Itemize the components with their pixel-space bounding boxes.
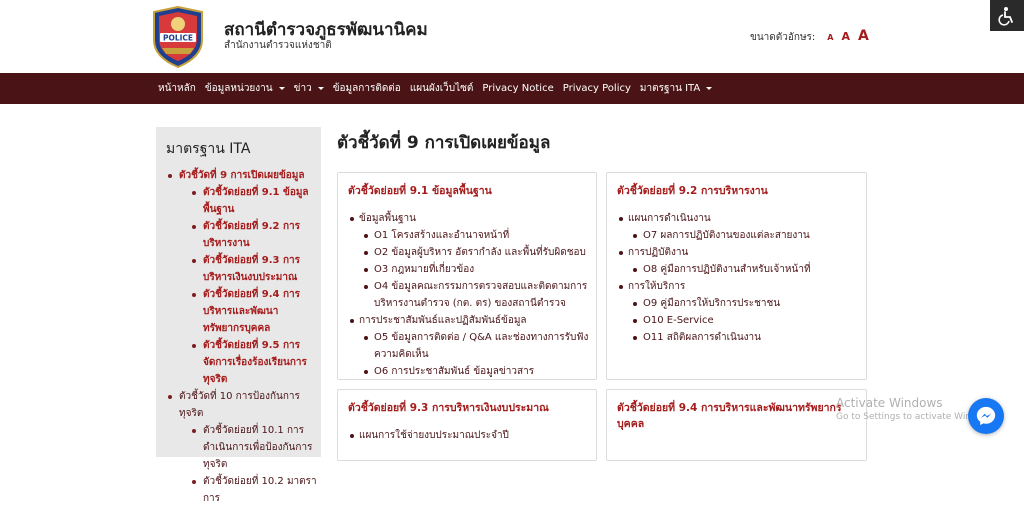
item-label: O8 คู่มือการปฏิบัติงานสำหรับเจ้าหน้าที่: [643, 264, 811, 275]
item-label: O5 ข้อมูลการติดต่อ / Q&A และช่องทางการรั…: [374, 332, 589, 360]
sidebar-link[interactable]: ตัวชี้วัดย่อยที่ 10.2 มาตราการ: [203, 476, 317, 504]
messenger-chat-button[interactable]: [968, 398, 1004, 434]
chevron-down-icon: [317, 87, 324, 90]
nav-home[interactable]: หน้าหลัก: [158, 81, 196, 96]
sidebar-item-9-4: ตัวชี้วัดย่อยที่ 9.4 การบริหารและพัฒนาทร…: [192, 286, 318, 337]
sidebar-title: มาตรฐาน ITA: [166, 141, 251, 157]
font-size-medium-button[interactable]: A: [842, 30, 851, 43]
sidebar-link[interactable]: ตัวชี้วัดที่ 9 การเปิดเผยข้อมูล: [179, 170, 305, 181]
item-label: O3 กฎหมายที่เกี่ยวข้อง: [374, 264, 475, 275]
sidebar-item-indicator-9: ตัวชี้วัดที่ 9 การเปิดเผยข้อมูล ตัวชี้วั…: [168, 167, 318, 388]
group-label: แผนการใช้จ่ายงบประมาณประจำปี: [359, 430, 509, 441]
nav-agency-info[interactable]: ข้อมูลหน่วยงาน: [205, 81, 285, 96]
sidebar-item-9-2: ตัวชี้วัดย่อยที่ 9.2 การบริหารงาน: [192, 218, 318, 252]
nav-news-label: ข่าว: [293, 83, 312, 94]
sidebar-link[interactable]: ตัวชี้วัดย่อยที่ 9.2 การบริหารงาน: [203, 221, 300, 249]
list-item[interactable]: O5 ข้อมูลการติดต่อ / Q&A และช่องทางการรั…: [361, 329, 593, 363]
group-label: ข้อมูลพื้นฐาน: [359, 213, 416, 224]
sidebar-link[interactable]: ตัวชี้วัดย่อยที่ 9.1 ข้อมูลพื้นฐาน: [203, 187, 309, 215]
sidebar: มาตรฐาน ITA ตัวชี้วัดที่ 9 การเปิดเผยข้อ…: [156, 127, 321, 504]
nav-ita[interactable]: มาตรฐาน ITA: [639, 81, 713, 96]
list-item[interactable]: ข้อมูลพื้นฐาน: [348, 210, 593, 227]
item-label: O11 สถิติผลการดำเนินงาน: [643, 332, 761, 343]
logo-text: POLICE: [163, 34, 193, 43]
sidebar-link[interactable]: ตัวชี้วัดย่อยที่ 9.5 การจัดการเรื่องร้อง…: [203, 340, 307, 385]
activate-windows-watermark: Activate Windows: [836, 396, 943, 410]
group-label: แผนการดำเนินงาน: [628, 213, 711, 224]
nav-sitemap-label: แผนผังเว็บไซต์: [409, 83, 474, 94]
list-item[interactable]: การประชาสัมพันธ์และปฏิสัมพันธ์ข้อมูล: [348, 312, 593, 329]
sidebar-item-9-1: ตัวชี้วัดย่อยที่ 9.1 ข้อมูลพื้นฐาน: [192, 184, 318, 218]
sidebar-menu: ตัวชี้วัดที่ 9 การเปิดเผยข้อมูล ตัวชี้วั…: [168, 167, 318, 507]
list-item[interactable]: การปฏิบัติงาน: [617, 244, 862, 261]
messenger-icon: [976, 406, 996, 426]
page-title: ตัวชี้วัดที่ 9 การเปิดเผยข้อมูล: [337, 133, 551, 153]
list-item[interactable]: O10 E-Service: [630, 312, 862, 329]
card-title[interactable]: ตัวชี้วัดย่อยที่ 9.2 การบริหารงาน: [617, 183, 768, 199]
accessibility-button[interactable]: [990, 0, 1024, 31]
group-label: การให้บริการ: [628, 281, 686, 292]
card-title[interactable]: ตัวชี้วัดย่อยที่ 9.1 ข้อมูลพื้นฐาน: [348, 183, 492, 199]
nav-news[interactable]: ข่าว: [294, 81, 324, 96]
nav-privacy-policy[interactable]: Privacy Policy: [563, 83, 631, 94]
site-subtitle: สำนักงานตำรวจแห่งชาติ: [224, 40, 332, 51]
list-item[interactable]: O2 ข้อมูลผู้บริหาร อัตรากำลัง และพื้นที่…: [361, 244, 593, 261]
sidebar-item-10-2: ตัวชี้วัดย่อยที่ 10.2 มาตราการ: [192, 473, 318, 507]
chevron-down-icon: [706, 87, 713, 90]
nav-sitemap[interactable]: แผนผังเว็บไซต์: [410, 81, 474, 96]
list-item[interactable]: O3 กฎหมายที่เกี่ยวข้อง: [361, 261, 593, 278]
list-item[interactable]: O4 ข้อมูลคณะกรรมการตรวจสอบและติดตามการบร…: [361, 278, 593, 312]
sidebar-item-10-1: ตัวชี้วัดย่อยที่ 10.1 การดำเนินการเพื่อป…: [192, 422, 318, 473]
font-size-small-button[interactable]: A: [827, 33, 833, 42]
list-item[interactable]: O1 โครงสร้างและอำนาจหน้าที่: [361, 227, 593, 244]
group-label: การประชาสัมพันธ์และปฏิสัมพันธ์ข้อมูล: [359, 315, 527, 326]
item-label: O2 ข้อมูลผู้บริหาร อัตรากำลัง และพื้นที่…: [374, 247, 586, 258]
sidebar-item-9-3: ตัวชี้วัดย่อยที่ 9.3 การบริหารเงินงบประม…: [192, 252, 318, 286]
nav-home-label: หน้าหลัก: [158, 83, 196, 94]
list-item[interactable]: การให้บริการ: [617, 278, 862, 295]
sidebar-link[interactable]: ตัวชี้วัดย่อยที่ 9.3 การบริหารเงินงบประม…: [203, 255, 300, 283]
nav-privacy-notice-label: Privacy Notice: [482, 83, 554, 94]
nav-agency-info-label: ข้อมูลหน่วยงาน: [204, 83, 273, 94]
item-label: O9 คู่มือการให้บริการประชาชน: [643, 298, 781, 309]
font-size-control: ขนาดตัวอักษร: A A A: [750, 28, 869, 45]
sidebar-link[interactable]: ตัวชี้วัดย่อยที่ 10.1 การดำเนินการเพื่อป…: [203, 425, 312, 470]
main-navbar: หน้าหลัก ข้อมูลหน่วยงาน ข่าว ข้อมูลการติ…: [0, 73, 1024, 104]
item-label: O7 ผลการปฏิบัติงานของแต่ละสายงาน: [643, 230, 810, 241]
item-label: O10 E-Service: [643, 315, 714, 326]
police-logo[interactable]: POLICE: [150, 5, 206, 69]
item-label: O1 โครงสร้างและอำนาจหน้าที่: [374, 230, 510, 241]
card-9-1: ตัวชี้วัดย่อยที่ 9.1 ข้อมูลพื้นฐาน ข้อมู…: [337, 172, 597, 380]
list-item[interactable]: แผนการใช้จ่ายงบประมาณประจำปี: [348, 427, 593, 444]
card-9-4: ตัวชี้วัดย่อยที่ 9.4 การบริหารและพัฒนาทร…: [606, 389, 867, 461]
nav-privacy-notice[interactable]: Privacy Notice: [482, 83, 553, 94]
card-9-3: ตัวชี้วัดย่อยที่ 9.3 การบริหารเงินงบประม…: [337, 389, 597, 461]
sidebar-item-9-5: ตัวชี้วัดย่อยที่ 9.5 การจัดการเรื่องร้อง…: [192, 337, 318, 388]
group-label: การปฏิบัติงาน: [628, 247, 689, 258]
list-item[interactable]: O11 สถิติผลการดำเนินงาน: [630, 329, 862, 346]
nav-privacy-policy-label: Privacy Policy: [562, 83, 631, 94]
list-item[interactable]: O8 คู่มือการปฏิบัติงานสำหรับเจ้าหน้าที่: [630, 261, 862, 278]
card-title[interactable]: ตัวชี้วัดย่อยที่ 9.4 การบริหารและพัฒนาทร…: [617, 400, 847, 432]
list-item[interactable]: แผนการดำเนินงาน: [617, 210, 862, 227]
list-item[interactable]: O9 คู่มือการให้บริการประชาชน: [630, 295, 862, 312]
card-9-2: ตัวชี้วัดย่อยที่ 9.2 การบริหารงาน แผนการ…: [606, 172, 867, 380]
nav-contact-label: ข้อมูลการติดต่อ: [332, 83, 401, 94]
item-label: O4 ข้อมูลคณะกรรมการตรวจสอบและติดตามการบร…: [374, 281, 588, 309]
list-item[interactable]: O7 ผลการปฏิบัติงานของแต่ละสายงาน: [630, 227, 862, 244]
nav-contact[interactable]: ข้อมูลการติดต่อ: [333, 81, 401, 96]
sidebar-item-indicator-10: ตัวชี้วัดที่ 10 การป้องกันการทุจริต ตัวช…: [168, 388, 318, 507]
item-label: O6 การประชาสัมพันธ์ ข้อมูลข่าวสาร: [374, 366, 535, 377]
font-size-large-button[interactable]: A: [858, 28, 869, 44]
card-title[interactable]: ตัวชี้วัดย่อยที่ 9.3 การบริหารเงินงบประม…: [348, 400, 549, 416]
wheelchair-icon: [998, 6, 1013, 26]
sidebar-link[interactable]: ตัวชี้วัดที่ 10 การป้องกันการทุจริต: [179, 391, 300, 419]
font-size-label: ขนาดตัวอักษร:: [750, 32, 816, 43]
sidebar-link[interactable]: ตัวชี้วัดย่อยที่ 9.4 การบริหารและพัฒนาทร…: [203, 289, 300, 334]
nav-ita-label: มาตรฐาน ITA: [639, 83, 701, 94]
chevron-down-icon: [278, 87, 285, 90]
list-item[interactable]: O6 การประชาสัมพันธ์ ข้อมูลข่าวสาร: [361, 363, 593, 379]
nav-menu: หน้าหลัก ข้อมูลหน่วยงาน ข่าว ข้อมูลการติ…: [158, 73, 713, 104]
